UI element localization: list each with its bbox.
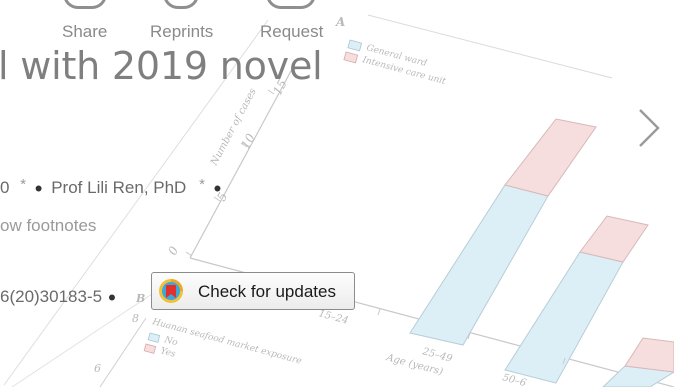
- doi-line: 6(20)30183-5 •: [0, 285, 116, 311]
- bar-icu: [624, 337, 674, 373]
- legend-label-yes: Yes: [159, 346, 177, 360]
- separator-dot: •: [34, 176, 43, 201]
- check-for-updates-label: Check for updates: [198, 282, 336, 301]
- request-label: Request: [260, 22, 324, 41]
- bar-general-ward: [409, 184, 549, 346]
- chevron-right-icon[interactable]: [634, 108, 666, 148]
- legend-swatch-yes: [143, 343, 157, 354]
- separator-dot: •: [213, 176, 222, 201]
- panel-b-ytick: 6: [94, 362, 101, 375]
- author-footnote-marker[interactable]: *: [199, 176, 205, 193]
- author-footnote-marker[interactable]: *: [20, 176, 26, 193]
- author-fragment: 0: [0, 178, 10, 197]
- x-tick-label: 15–24: [317, 308, 349, 327]
- crossmark-icon: [159, 279, 183, 303]
- legend-swatch-general-ward: [347, 39, 363, 52]
- article-title: l with 2019 novel: [0, 44, 323, 88]
- doi-link[interactable]: 6(20)30183-5: [0, 287, 102, 306]
- reprints-label: Reprints: [150, 22, 214, 41]
- panel-b-y-axis: [99, 317, 147, 387]
- y-tick-label: 0: [165, 244, 181, 258]
- x-tick: [377, 308, 381, 316]
- share-label: Share: [62, 22, 108, 41]
- y-tick: [185, 251, 193, 257]
- author-list: 0 * • Prof Lili Ren, PhD * •: [0, 176, 225, 202]
- panel-a-label: A: [335, 15, 345, 29]
- show-footnotes-link[interactable]: ow footnotes: [0, 216, 96, 236]
- check-for-updates-button[interactable]: Check for updates: [151, 272, 355, 310]
- author-name[interactable]: Prof Lili Ren, PhD: [51, 178, 186, 197]
- panel-b-ytick: 8: [132, 312, 139, 325]
- bar-general-ward: [504, 251, 624, 384]
- panel-b-label: B: [135, 292, 145, 305]
- bar-icu: [504, 118, 597, 197]
- y-tick-label: 10: [238, 131, 258, 151]
- y-axis-label: Number of cases: [208, 87, 258, 169]
- separator-dot: •: [108, 285, 116, 310]
- legend-swatch-icu: [343, 51, 359, 64]
- legend-swatch-no: [147, 332, 161, 343]
